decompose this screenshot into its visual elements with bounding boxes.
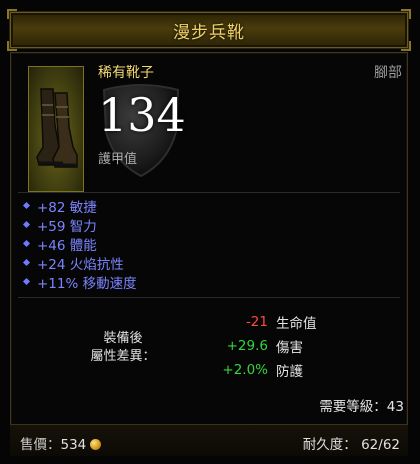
affix-list: +82 敏捷 +59 智力 +46 體能 +24 火焰抗性 +11% 移動速度 bbox=[22, 196, 137, 292]
sell-price-value: 534 bbox=[60, 437, 87, 453]
diamond-bullet-icon bbox=[22, 277, 31, 286]
durability-value: 62/62 bbox=[361, 437, 400, 453]
diamond-bullet-icon bbox=[22, 239, 31, 248]
armor-value: 134 bbox=[98, 88, 186, 142]
gold-coin-icon bbox=[90, 439, 102, 450]
compare-row-life: -21 生命值 bbox=[200, 310, 317, 334]
tooltip-footer: 售價：534 耐久度： 62/62 bbox=[10, 424, 408, 456]
compare-row-damage: +29.6 傷害 bbox=[200, 334, 317, 358]
diamond-bullet-icon bbox=[22, 201, 31, 210]
durability-label: 耐久度： bbox=[302, 437, 357, 453]
compare-row-toughness: +2.0% 防護 bbox=[200, 358, 317, 382]
compare-rows: -21 生命值 +29.6 傷害 +2.0% 防護 bbox=[200, 310, 317, 382]
affix-item: +11% 移動速度 bbox=[22, 272, 137, 292]
divider bbox=[18, 192, 400, 193]
boots-icon bbox=[28, 66, 84, 192]
affix-text: +82 敏捷 bbox=[37, 199, 97, 216]
item-name: 漫步兵靴 bbox=[173, 22, 245, 43]
damage-stat: 傷害 bbox=[276, 340, 303, 356]
title-bar: 漫步兵靴 bbox=[7, 9, 411, 51]
diamond-bullet-icon bbox=[22, 258, 31, 267]
item-slot: 腳部 bbox=[374, 65, 402, 81]
affix-item: +46 體能 bbox=[22, 234, 137, 254]
diamond-bullet-icon bbox=[22, 220, 31, 229]
toughness-stat: 防護 bbox=[276, 364, 303, 380]
item-tooltip: 漫步兵靴 稀有靴子 腳部 134 護甲值 +82 敏捷 +59 智力 +46 體… bbox=[0, 0, 420, 464]
durability: 耐久度： 62/62 bbox=[303, 433, 400, 453]
affix-text: +24 火焰抗性 bbox=[37, 256, 124, 273]
damage-delta: +29.6 bbox=[226, 338, 268, 354]
affix-item: +24 火焰抗性 bbox=[22, 253, 137, 273]
sell-price-label: 售價： bbox=[20, 437, 61, 453]
compare-label: 裝備後 屬性差異： bbox=[68, 330, 178, 366]
compare-label-line1: 裝備後 bbox=[103, 331, 143, 346]
compare-label-line2: 屬性差異： bbox=[90, 349, 156, 364]
required-level: 需要等級：43 bbox=[319, 399, 404, 415]
affix-text: +46 體能 bbox=[37, 237, 97, 254]
affix-text: +59 智力 bbox=[37, 218, 97, 235]
armor-label: 護甲值 bbox=[98, 152, 138, 167]
toughness-delta: +2.0% bbox=[222, 362, 268, 378]
affix-item: +82 敏捷 bbox=[22, 196, 137, 216]
affix-item: +59 智力 bbox=[22, 215, 137, 235]
affix-text: +11% 移動速度 bbox=[37, 275, 137, 292]
sell-price: 售價：534 bbox=[20, 433, 102, 453]
life-delta: -21 bbox=[245, 314, 268, 330]
divider bbox=[18, 297, 400, 298]
life-stat: 生命值 bbox=[276, 316, 317, 332]
item-type: 稀有靴子 bbox=[98, 65, 154, 81]
